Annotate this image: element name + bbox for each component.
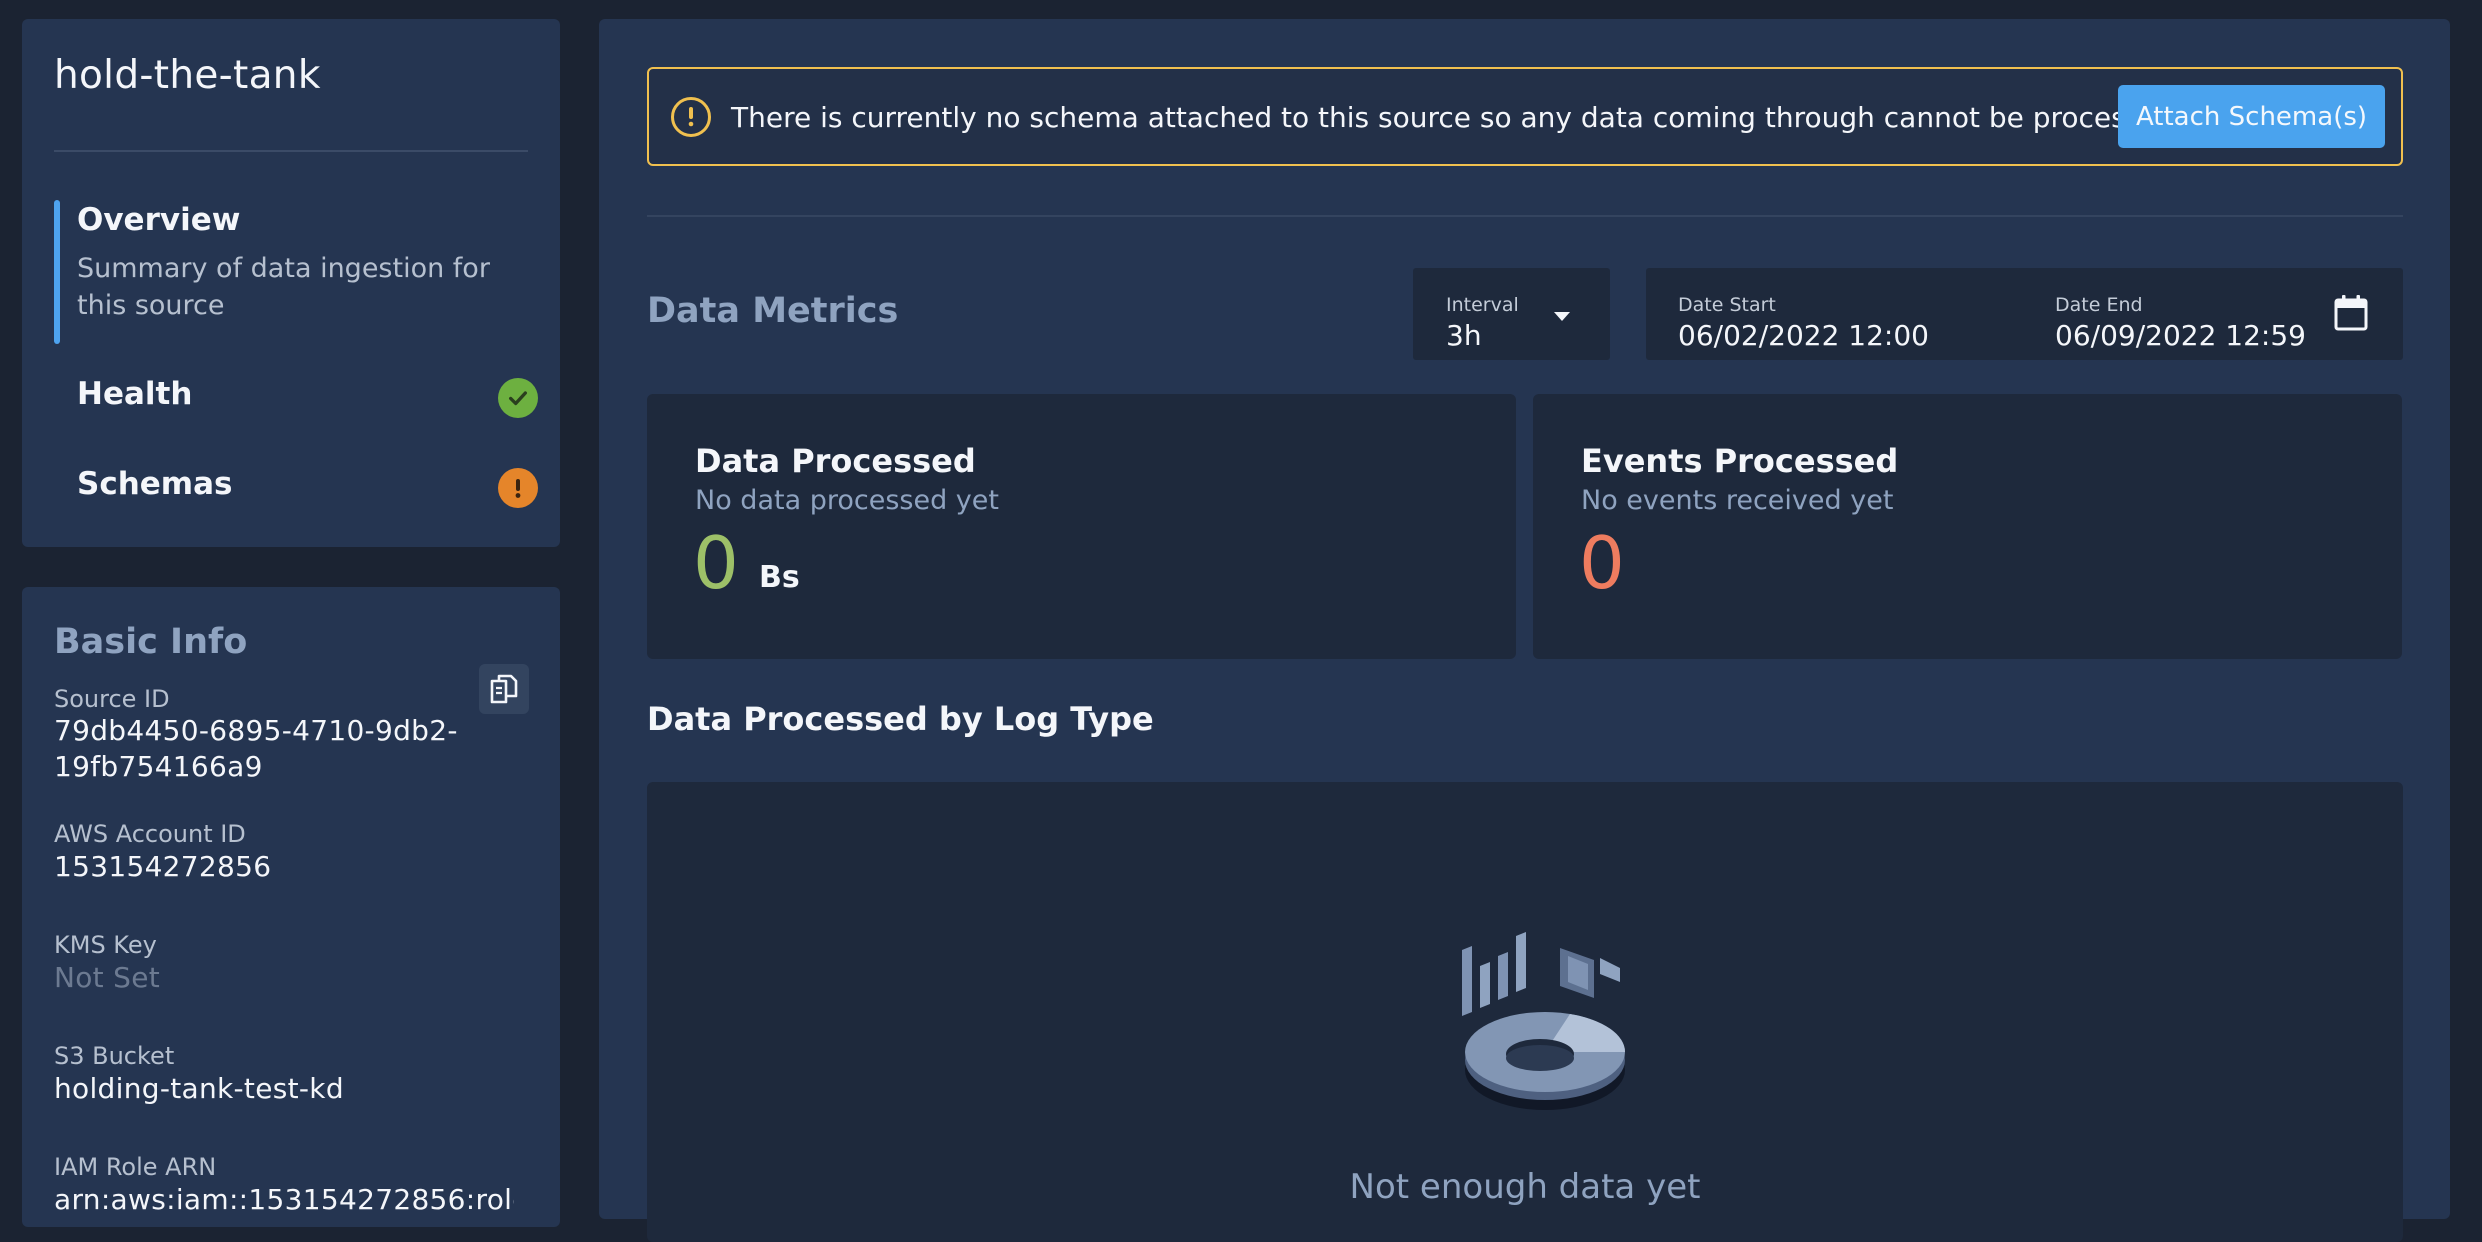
data-processed-title: Data Processed [695,442,976,480]
s3-bucket-label: S3 Bucket [54,1042,175,1070]
no-schema-warning-banner: There is currently no schema attached to… [647,67,2403,166]
empty-state-message: Not enough data yet [1349,1167,1701,1207]
calendar-icon[interactable] [2333,293,2369,333]
interval-select[interactable]: Interval 3h [1413,268,1610,360]
date-range-picker: Date Start 06/02/2022 12:00 Date End 06/… [1646,268,2403,360]
log-type-chart-title: Data Processed by Log Type [647,700,1154,738]
data-processed-value: 0 [693,521,739,605]
s3-bucket-value: holding-tank-test-kd [54,1072,344,1105]
nav-item-label: Health [77,376,193,412]
source-id-value: 79db4450-6895-4710-9db2-19fb754166a9 [54,714,458,783]
copy-button[interactable] [479,664,529,714]
nav-divider [54,150,528,152]
nav-item-label: Schemas [77,466,233,502]
date-end-label: Date End [2055,294,2143,316]
aws-account-id-label: AWS Account ID [54,820,246,848]
empty-chart-illustration [1462,932,1625,1110]
data-processed-card: Data Processed No data processed yet 0 B… [647,394,1516,659]
iam-role-arn-value: arn:aws:iam::153154272856:role/Pan [54,1183,514,1216]
events-processed-card: Events Processed No events received yet … [1533,394,2402,659]
section-divider [647,215,2403,217]
nav-item-overview[interactable]: Overview Summary of data ingestion for t… [54,200,534,344]
interval-value: 3h [1446,319,1482,352]
date-start-label: Date Start [1678,294,1776,316]
basic-info-card: Basic Info Source ID 79db4450-6895-4710-… [22,587,560,1227]
events-processed-title: Events Processed [1581,442,1899,480]
date-start-value: 06/02/2022 12:00 [1678,319,1929,352]
source-id-label: Source ID [54,685,170,713]
exclamation-icon [498,468,538,508]
warning-circle-icon [671,97,711,137]
active-indicator [54,200,60,344]
nav-item-label: Overview [77,202,241,238]
iam-role-arn-label: IAM Role ARN [54,1153,217,1181]
chevron-down-icon [1554,312,1570,321]
nav-item-schemas[interactable]: Schemas [54,458,546,522]
interval-label: Interval [1446,294,1519,316]
data-processed-unit: Bs [759,560,800,595]
kms-key-label: KMS Key [54,931,157,959]
kms-key-value: Not Set [54,961,161,994]
log-type-chart-area: Not enough data yet [647,782,2403,1242]
overview-main-panel: There is currently no schema attached to… [599,19,2450,1242]
banner-message: There is currently no schema attached to… [731,101,2185,134]
copy-icon [490,674,518,704]
nav-item-health[interactable]: Health [54,368,546,432]
events-processed-subtitle: No events received yet [1581,485,1894,516]
data-processed-subtitle: No data processed yet [695,485,999,516]
data-metrics-title: Data Metrics [647,291,899,331]
date-end-value: 06/09/2022 12:59 [2055,319,2306,352]
source-nav-card: hold-the-tank Overview Summary of data i… [22,19,560,547]
basic-info-title: Basic Info [54,622,248,662]
source-title: hold-the-tank [54,53,321,98]
events-processed-value: 0 [1579,521,1625,605]
aws-account-id-value: 153154272856 [54,850,272,883]
nav-item-description: Summary of data ingestion for this sourc… [77,253,490,321]
check-icon [498,378,538,418]
attach-schema-button[interactable]: Attach Schema(s) [2118,85,2385,148]
